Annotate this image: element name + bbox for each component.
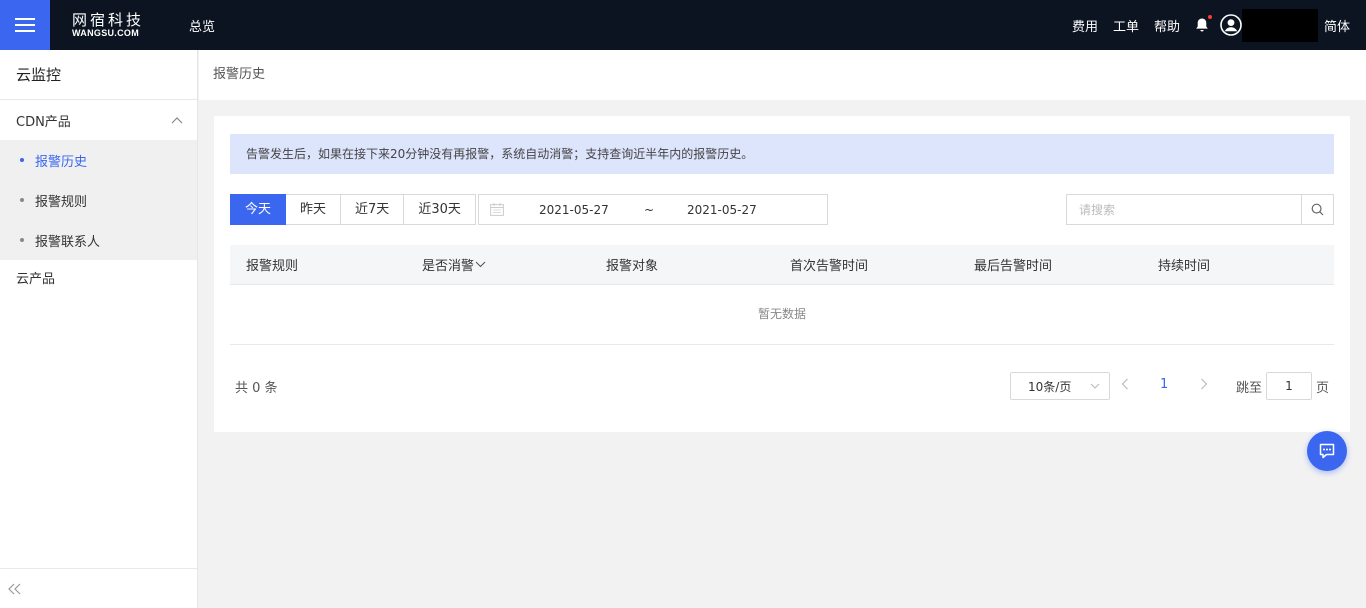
nav-overview-link[interactable]: 总览 <box>189 16 215 35</box>
range-start-date[interactable]: 2021-05-27 <box>539 203 629 217</box>
range-end-date[interactable]: 2021-05-27 <box>687 203 777 217</box>
page-size-value: 10条/页 <box>1028 379 1072 394</box>
logo-text-en: WANGSU.COM <box>72 27 139 38</box>
collapse-icon <box>8 583 21 594</box>
sidebar-item-label: 报警联系人 <box>35 234 101 250</box>
chevron-down-icon <box>475 261 486 268</box>
notice-banner: 告警发生后，如果在接下来20分钟没有再报警，系统自动消警；支持查询近半年内的报警… <box>230 134 1334 174</box>
tab-today[interactable]: 今天 <box>230 194 287 225</box>
total-count: 共 0 条 <box>235 381 278 396</box>
search-button[interactable] <box>1301 195 1333 224</box>
chevron-up-icon <box>171 117 183 124</box>
sidebar-group-cdn[interactable]: CDN产品 <box>0 100 197 140</box>
top-right-actions: 费用 工单 帮助 简体 <box>1072 0 1366 50</box>
search-icon <box>1311 203 1324 216</box>
nav-billing-link[interactable]: 费用 <box>1072 16 1098 35</box>
date-range-picker[interactable]: 2021-05-27 ~ 2021-05-27 <box>478 194 828 225</box>
page-number-current[interactable]: 1 <box>1160 377 1168 392</box>
nav-help-link[interactable]: 帮助 <box>1154 16 1180 35</box>
menu-icon <box>15 17 35 33</box>
main-panel: 告警发生后，如果在接下来20分钟没有再报警，系统自动消警；支持查询近半年内的报警… <box>214 116 1350 432</box>
table-header: 报警规则 是否消警 报警对象 首次告警时间 最后告警时间 持续时间 <box>230 245 1334 285</box>
page-size-select[interactable]: 10条/页 <box>1010 372 1110 400</box>
column-header-first-alarm-time: 首次告警时间 <box>790 259 869 274</box>
sidebar-item-alarm-rules[interactable]: 报警规则 <box>0 180 197 220</box>
tab-last-7-days[interactable]: 近7天 <box>341 194 405 225</box>
sidebar-group-items: 报警历史 报警规则 报警联系人 <box>0 140 197 260</box>
menu-button[interactable] <box>0 0 50 50</box>
table-empty-state: 暂无数据 <box>230 285 1334 345</box>
sidebar-item-label: 报警历史 <box>35 154 88 170</box>
column-header-duration: 持续时间 <box>1158 259 1211 274</box>
top-navbar: 网宿科技 WANGSU.COM 总览 费用 工单 帮助 简体 <box>0 0 1366 50</box>
column-header-cleared: 是否消警 <box>422 259 475 274</box>
language-switch[interactable]: 简体 <box>1324 16 1350 35</box>
sidebar-item-label: 报警规则 <box>35 194 88 210</box>
tab-last-30-days[interactable]: 近30天 <box>404 194 476 225</box>
notification-button[interactable] <box>1195 15 1212 33</box>
column-header-target: 报警对象 <box>606 259 659 274</box>
chevron-down-icon <box>1090 383 1100 389</box>
chevron-right-icon[interactable] <box>1200 378 1208 390</box>
sidebar-group-label: CDN产品 <box>16 114 71 130</box>
search-box <box>1066 194 1334 225</box>
page-suffix-label: 页 <box>1316 381 1330 396</box>
chat-icon <box>1319 443 1335 459</box>
search-input[interactable] <box>1067 195 1301 224</box>
tab-yesterday[interactable]: 昨天 <box>286 194 342 225</box>
username-redacted[interactable] <box>1241 8 1318 42</box>
bullet-dot <box>20 198 24 202</box>
logo[interactable]: 网宿科技 WANGSU.COM <box>72 10 162 40</box>
column-header-cleared-filter[interactable]: 是否消警 <box>406 255 590 274</box>
notification-badge-dot <box>1207 15 1212 19</box>
sidebar-collapse-button[interactable] <box>0 568 198 608</box>
chevron-left-icon[interactable] <box>1121 378 1129 390</box>
sidebar: 云监控 CDN产品 报警历史 报警规则 报警联系人 云产品 <box>0 50 198 608</box>
range-separator: ~ <box>644 202 655 217</box>
jump-to-label: 跳至 <box>1236 381 1263 396</box>
date-quick-tabs: 今天 昨天 近7天 近30天 <box>230 194 476 225</box>
bullet-dot <box>20 238 24 242</box>
column-header-last-alarm-time: 最后告警时间 <box>974 259 1053 274</box>
user-icon[interactable] <box>1220 14 1242 36</box>
sidebar-item-alarm-history[interactable]: 报警历史 <box>0 140 197 180</box>
chat-support-button[interactable] <box>1307 431 1347 471</box>
sidebar-item-alarm-contacts[interactable]: 报警联系人 <box>0 220 197 260</box>
column-header-rule: 报警规则 <box>246 259 299 274</box>
calendar-icon <box>490 203 504 216</box>
sidebar-title: 云监控 <box>0 50 197 100</box>
breadcrumb: 报警历史 <box>199 50 1366 100</box>
bell-icon <box>1196 18 1208 32</box>
logo-text-cn: 网宿科技 <box>72 10 145 29</box>
sidebar-item-cloud-products[interactable]: 云产品 <box>0 260 197 300</box>
jump-to-page-input[interactable] <box>1266 372 1312 400</box>
alarm-history-table: 报警规则 是否消警 报警对象 首次告警时间 最后告警时间 持续时间 暂无数据 <box>230 245 1334 345</box>
nav-ticket-link[interactable]: 工单 <box>1113 16 1139 35</box>
bullet-dot <box>20 158 24 162</box>
